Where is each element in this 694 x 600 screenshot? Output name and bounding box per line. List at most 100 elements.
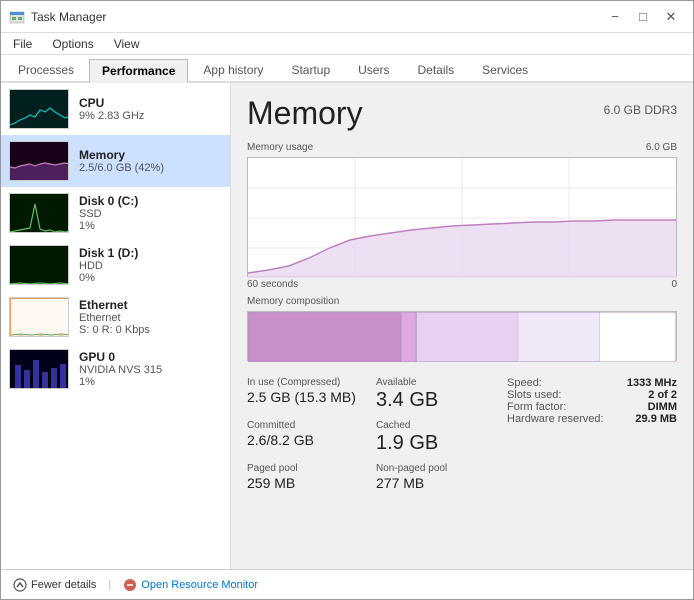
disk1-info: Disk 1 (D:) HDD 0% [79, 246, 138, 284]
sidebar-item-ethernet[interactable]: Ethernet Ethernet S: 0 R: 0 Kbps [1, 291, 230, 343]
close-button[interactable]: ✕ [657, 7, 685, 27]
disk0-info: Disk 0 (C:) SSD 1% [79, 194, 138, 232]
cpu-info: CPU 9% 2.83 GHz [79, 96, 144, 122]
tab-performance[interactable]: Performance [89, 59, 188, 83]
chart-time-left: 60 seconds [247, 279, 298, 290]
slots-label: Slots used: [507, 389, 561, 401]
detail-title: Memory [247, 95, 363, 132]
disk1-detail1: HDD [79, 260, 138, 272]
form-row: Form factor: DIMM [507, 401, 677, 413]
gpu0-thumbnail [9, 349, 69, 389]
right-stats: Speed: 1333 MHz Slots used: 2 of 2 Form … [507, 377, 677, 491]
task-manager-icon [9, 9, 25, 25]
left-stats: In use (Compressed) 2.5 GB (15.3 MB) Ava… [247, 377, 497, 491]
disk1-thumbnail [9, 245, 69, 285]
stat-paged-pool: Paged pool 259 MB [247, 463, 368, 491]
chart-max: 6.0 GB [646, 142, 677, 153]
disk0-label: Disk 0 (C:) [79, 194, 138, 208]
footer-separator: | [108, 579, 111, 591]
tab-bar: Processes Performance App history Startu… [1, 55, 693, 83]
gpu0-label: GPU 0 [79, 350, 162, 364]
cpu-detail: 9% 2.83 GHz [79, 110, 144, 122]
available-value: 3.4 GB [376, 389, 497, 412]
sidebar-item-disk0[interactable]: Disk 0 (C:) SSD 1% [1, 187, 230, 239]
cpu-thumbnail [9, 89, 69, 129]
detail-header: Memory 6.0 GB DDR3 [247, 95, 677, 132]
tab-startup[interactable]: Startup [278, 58, 343, 81]
sidebar-item-gpu0[interactable]: GPU 0 NVIDIA NVS 315 1% [1, 343, 230, 395]
composition-svg [248, 312, 676, 362]
sidebar-item-cpu[interactable]: CPU 9% 2.83 GHz [1, 83, 230, 135]
disk1-label: Disk 1 (D:) [79, 246, 138, 260]
disk0-thumbnail [9, 193, 69, 233]
chart-label-row: Memory usage 6.0 GB [247, 142, 677, 153]
tab-processes[interactable]: Processes [5, 58, 87, 81]
open-resource-monitor-button[interactable]: Open Resource Monitor [123, 578, 258, 592]
menu-file[interactable]: File [9, 35, 36, 53]
memory-detail: 2.5/6.0 GB (42%) [79, 162, 164, 174]
gpu0-detail1: NVIDIA NVS 315 [79, 364, 162, 376]
in-use-value: 2.5 GB (15.3 MB) [247, 389, 368, 405]
sidebar-item-memory[interactable]: Memory 2.5/6.0 GB (42%) [1, 135, 230, 187]
tab-users[interactable]: Users [345, 58, 402, 81]
chart-time-right: 0 [671, 279, 677, 290]
menu-options[interactable]: Options [48, 35, 97, 53]
reserved-row: Hardware reserved: 29.9 MB [507, 413, 677, 425]
resource-monitor-icon [123, 578, 137, 592]
title-bar: Task Manager − □ ✕ [1, 1, 693, 33]
memory-usage-svg [248, 158, 676, 278]
fewer-details-button[interactable]: Fewer details [13, 578, 96, 592]
tab-app-history[interactable]: App history [190, 58, 276, 81]
cached-label: Cached [376, 420, 497, 431]
task-manager-window: Task Manager − □ ✕ File Options View Pro… [0, 0, 694, 600]
window-controls: − □ ✕ [601, 7, 685, 27]
footer: Fewer details | Open Resource Monitor [1, 569, 693, 599]
stat-non-paged-pool: Non-paged pool 277 MB [376, 463, 497, 491]
gpu0-detail2: 1% [79, 376, 162, 388]
chart-label: Memory usage [247, 142, 313, 153]
window-title: Task Manager [31, 10, 106, 24]
non-paged-pool-value: 277 MB [376, 475, 497, 491]
title-bar-left: Task Manager [9, 9, 106, 25]
in-use-label: In use (Compressed) [247, 377, 368, 388]
available-label: Available [376, 377, 497, 388]
tab-details[interactable]: Details [404, 58, 467, 81]
slots-row: Slots used: 2 of 2 [507, 389, 677, 401]
fewer-details-label: Fewer details [31, 579, 96, 591]
minimize-button[interactable]: − [601, 7, 629, 27]
menu-view[interactable]: View [110, 35, 144, 53]
sidebar-item-disk1[interactable]: Disk 1 (D:) HDD 0% [1, 239, 230, 291]
form-value: DIMM [648, 401, 677, 413]
paged-pool-label: Paged pool [247, 463, 368, 474]
speed-value: 1333 MHz [627, 377, 677, 389]
memory-usage-chart-container [247, 157, 677, 277]
maximize-button[interactable]: □ [629, 7, 657, 27]
memory-label: Memory [79, 148, 164, 162]
reserved-label: Hardware reserved: [507, 413, 604, 425]
chevron-up-icon [13, 578, 27, 592]
stats-grid: In use (Compressed) 2.5 GB (15.3 MB) Ava… [247, 377, 497, 491]
ethernet-thumbnail [9, 297, 69, 337]
detail-spec: 6.0 GB DDR3 [604, 103, 677, 117]
menu-bar: File Options View [1, 33, 693, 55]
speed-row: Speed: 1333 MHz [507, 377, 677, 389]
slots-value: 2 of 2 [648, 389, 677, 401]
composition-label: Memory composition [247, 296, 677, 307]
stat-cached: Cached 1.9 GB [376, 420, 497, 455]
tab-services[interactable]: Services [469, 58, 541, 81]
disk1-detail2: 0% [79, 272, 138, 284]
cached-value: 1.9 GB [376, 432, 497, 455]
reserved-value: 29.9 MB [635, 413, 677, 425]
memory-composition-chart [247, 311, 677, 361]
open-resource-monitor-label: Open Resource Monitor [141, 579, 258, 591]
paged-pool-value: 259 MB [247, 475, 368, 491]
detail-panel: Memory 6.0 GB DDR3 Memory usage 6.0 GB [231, 83, 693, 569]
stats-section: In use (Compressed) 2.5 GB (15.3 MB) Ava… [247, 377, 677, 491]
committed-value: 2.6/8.2 GB [247, 432, 368, 448]
cpu-label: CPU [79, 96, 144, 110]
stat-committed: Committed 2.6/8.2 GB [247, 420, 368, 455]
non-paged-pool-label: Non-paged pool [376, 463, 497, 474]
sidebar: CPU 9% 2.83 GHz Memory 2.5/6.0 GB (42%) [1, 83, 231, 569]
disk0-detail1: SSD [79, 208, 138, 220]
ethernet-label: Ethernet [79, 298, 150, 312]
